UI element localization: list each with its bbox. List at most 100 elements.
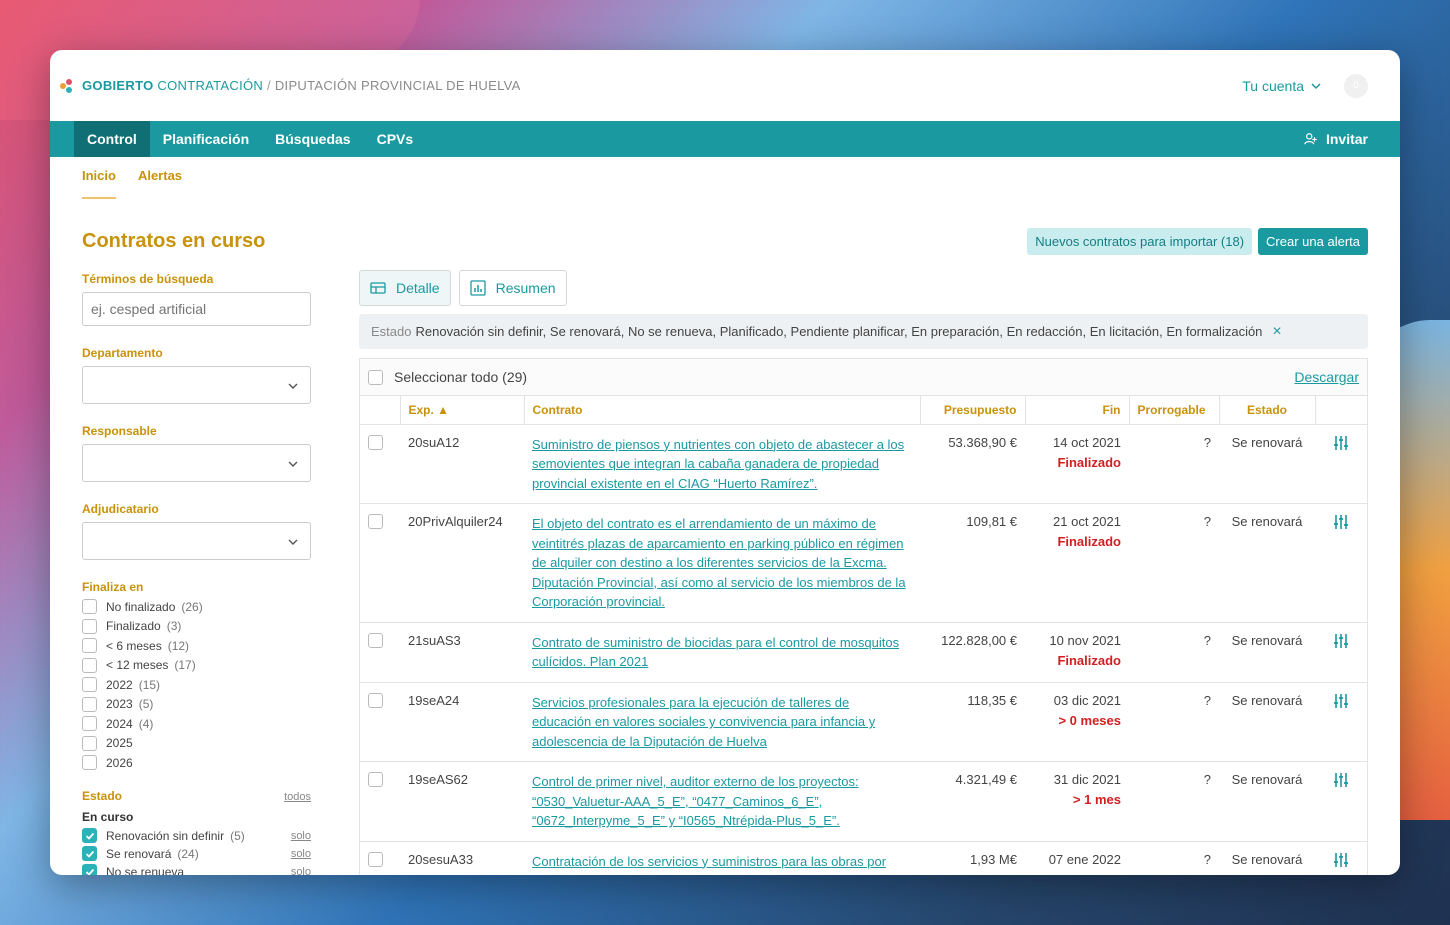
- subnav-alertas[interactable]: Alertas: [138, 168, 182, 187]
- ends-option[interactable]: < 12 meses (17): [82, 656, 311, 676]
- adjust-icon[interactable]: [1333, 633, 1349, 652]
- ends-option[interactable]: No finalizado (26): [82, 597, 311, 617]
- avatar[interactable]: 0: [1344, 73, 1368, 98]
- contract-link[interactable]: Contrato de suministro de biocidas para …: [532, 635, 899, 670]
- row-budget: 122.828,00 €: [920, 622, 1025, 683]
- adjust-icon[interactable]: [1333, 515, 1349, 533]
- checkbox[interactable]: [82, 638, 97, 654]
- chevron-down-icon: [288, 461, 298, 467]
- contract-link[interactable]: Suministro de piensos y nutrientes con o…: [532, 437, 904, 491]
- option-count: (5): [230, 828, 245, 843]
- table-row[interactable]: 20PrivAlquiler24 El objeto del contrato e…: [360, 503, 1367, 623]
- state-group-heading: En curso: [82, 809, 134, 824]
- download-link[interactable]: Descargar: [1294, 369, 1359, 385]
- table-row[interactable]: 19seAS62 Control de primer nivel, auditor…: [360, 761, 1367, 842]
- checkbox[interactable]: [82, 599, 97, 615]
- checkbox[interactable]: [82, 618, 97, 634]
- row-state: Se renovará: [1219, 841, 1315, 875]
- option-label: < 6 meses: [106, 638, 162, 653]
- state-option[interactable]: Renovación sin definir (5) solo: [82, 827, 311, 845]
- select-all-checkbox[interactable]: [368, 369, 383, 385]
- col-budget[interactable]: Presupuesto: [920, 396, 1026, 425]
- col-contract[interactable]: Contrato: [524, 396, 921, 425]
- adjust-icon[interactable]: [1333, 773, 1349, 791]
- option-count: (5): [138, 697, 154, 712]
- checkbox[interactable]: [82, 696, 97, 712]
- adjust-icon[interactable]: [1333, 852, 1349, 871]
- table-row[interactable]: 21suAS3 Contrato de suministro de biocida…: [360, 622, 1367, 683]
- col-state[interactable]: Estado: [1219, 396, 1316, 425]
- adjust-icon[interactable]: [1333, 693, 1349, 712]
- row-checkbox[interactable]: [368, 772, 383, 787]
- contract-link[interactable]: El objeto del contrato es el arrendamien…: [532, 516, 906, 609]
- tab-cpvs[interactable]: CPVs: [364, 121, 427, 157]
- tab-busquedas[interactable]: Búsquedas: [262, 121, 363, 157]
- table-row[interactable]: 20suA12 Suministro de piensos y nutriente…: [360, 424, 1367, 504]
- tab-planificacion[interactable]: Planificación: [150, 121, 262, 157]
- col-extendable[interactable]: Prorrogable: [1129, 396, 1220, 425]
- table-row[interactable]: 19seA24 Servicios profesionales para la e…: [360, 682, 1367, 762]
- tab-control[interactable]: Control: [74, 121, 150, 157]
- col-exp[interactable]: Exp. ▲: [400, 396, 525, 425]
- checkbox[interactable]: [82, 755, 97, 771]
- responsible-label: Responsable: [82, 424, 157, 438]
- view-summary-label: Resumen: [495, 280, 556, 296]
- ends-option[interactable]: < 6 meses (12): [82, 636, 311, 656]
- invite-button[interactable]: Invitar: [1304, 121, 1368, 157]
- chevron-down-icon: [288, 383, 298, 389]
- create-alert-button[interactable]: Crear una alerta: [1258, 228, 1368, 255]
- end-date: 10 nov 2021: [1049, 632, 1121, 648]
- view-summary-button[interactable]: Resumen: [458, 270, 567, 306]
- checkbox[interactable]: [82, 735, 97, 751]
- ends-option[interactable]: 2026: [82, 753, 311, 773]
- responsible-select[interactable]: [82, 444, 311, 482]
- gobierto-logo-icon[interactable]: [60, 78, 74, 93]
- col-end[interactable]: Fin: [1025, 396, 1130, 425]
- subnav-inicio[interactable]: Inicio: [82, 168, 116, 199]
- only-link[interactable]: solo: [291, 830, 311, 842]
- row-checkbox[interactable]: [368, 632, 383, 648]
- end-date: 14 oct 2021: [1053, 434, 1121, 450]
- only-link[interactable]: solo: [291, 848, 311, 860]
- state-all-link[interactable]: todos: [284, 791, 311, 803]
- checkbox[interactable]: [82, 677, 97, 693]
- row-checkbox[interactable]: [368, 851, 383, 867]
- close-icon[interactable]: ×: [1272, 323, 1281, 341]
- ends-option[interactable]: Finalizado (3): [82, 617, 311, 637]
- row-exp: 19seAS62: [400, 761, 524, 842]
- ends-option[interactable]: 2023 (5): [82, 695, 311, 715]
- ends-option[interactable]: 2025: [82, 734, 311, 754]
- checkbox[interactable]: [82, 657, 97, 673]
- adjust-icon[interactable]: [1333, 435, 1349, 454]
- checkbox-checked[interactable]: [82, 828, 97, 843]
- row-budget: 109,81 €: [920, 503, 1025, 623]
- view-detail-button[interactable]: Detalle: [359, 270, 451, 306]
- only-link[interactable]: solo: [291, 866, 311, 876]
- account-menu[interactable]: Tu cuenta: [1242, 78, 1322, 94]
- ends-option[interactable]: 2022 (15): [82, 675, 311, 695]
- row-checkbox[interactable]: [368, 514, 383, 529]
- row-state: Se renovará: [1219, 682, 1315, 762]
- row-contract: Suministro de piensos y nutrientes con o…: [524, 424, 920, 504]
- state-option[interactable]: Se renovará (24) solo: [82, 845, 311, 863]
- ends-option[interactable]: 2024 (4): [82, 714, 311, 734]
- row-checkbox[interactable]: [368, 434, 383, 450]
- contract-link[interactable]: Control de primer nivel, auditor externo…: [532, 774, 859, 828]
- row-actions: [1315, 424, 1367, 504]
- import-contracts-button[interactable]: Nuevos contratos para importar (18): [1027, 228, 1253, 255]
- brand-breadcrumb[interactable]: GOBIERTO CONTRATACIÓN / DIPUTACIÓN PROVI…: [82, 78, 521, 93]
- contract-link[interactable]: Contratación de los servicios y suminist…: [532, 854, 886, 869]
- state-option[interactable]: No se renueva solo: [82, 863, 311, 876]
- checkbox[interactable]: [82, 716, 97, 732]
- checkbox-checked[interactable]: [82, 846, 97, 861]
- row-checkbox[interactable]: [368, 692, 383, 708]
- contract-link[interactable]: Servicios profesionales para la ejecució…: [532, 695, 875, 749]
- row-extendable: ?: [1129, 682, 1219, 762]
- table-row[interactable]: 20sesuA33 Contratación de los servicios y…: [360, 841, 1367, 875]
- row-exp: 21suAS3: [400, 622, 524, 683]
- awardee-select[interactable]: [82, 522, 311, 560]
- search-input[interactable]: [82, 292, 311, 326]
- department-select[interactable]: [82, 366, 311, 404]
- checkbox-checked[interactable]: [82, 864, 97, 875]
- row-end: 03 dic 2021 > 0 meses: [1025, 682, 1129, 762]
